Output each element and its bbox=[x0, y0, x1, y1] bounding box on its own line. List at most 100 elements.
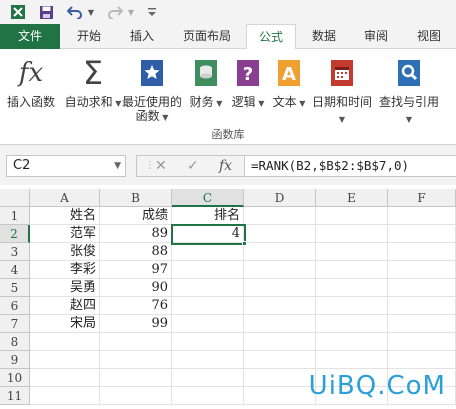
empty-cell[interactable] bbox=[244, 225, 316, 243]
customize-toolbar-icon[interactable] bbox=[146, 3, 158, 21]
tab-data[interactable]: 数据 bbox=[302, 24, 346, 49]
empty-cell[interactable] bbox=[388, 261, 456, 279]
tab-view[interactable]: 视图 bbox=[406, 24, 452, 49]
redo-icon[interactable] bbox=[106, 3, 124, 21]
empty-cell[interactable] bbox=[172, 333, 244, 351]
cell-b7[interactable]: 99 bbox=[100, 315, 172, 333]
empty-cell[interactable] bbox=[100, 333, 172, 351]
empty-cell[interactable] bbox=[388, 225, 456, 243]
empty-cell[interactable] bbox=[30, 351, 100, 369]
date-time-button[interactable]: 日期和时间 ▼ bbox=[310, 55, 374, 127]
empty-cell[interactable] bbox=[316, 315, 388, 333]
empty-cell[interactable] bbox=[30, 369, 100, 387]
cancel-icon[interactable]: ✕ bbox=[155, 158, 167, 174]
cell-b1[interactable]: 成绩 bbox=[100, 207, 172, 225]
empty-cell[interactable] bbox=[316, 261, 388, 279]
recently-used-button[interactable]: 最近使用的 函数 ▼ bbox=[120, 55, 184, 125]
empty-cell[interactable] bbox=[316, 207, 388, 225]
row-header-4[interactable]: 4 bbox=[0, 261, 30, 279]
empty-cell[interactable] bbox=[100, 351, 172, 369]
insert-function-button[interactable]: fx 插入函数 bbox=[2, 55, 60, 109]
empty-cell[interactable] bbox=[172, 243, 244, 261]
confirm-icon[interactable]: ✓ bbox=[187, 158, 199, 174]
empty-cell[interactable] bbox=[316, 279, 388, 297]
empty-cell[interactable] bbox=[316, 297, 388, 315]
cell-c2[interactable]: 4 bbox=[172, 225, 244, 243]
row-header-11[interactable]: 11 bbox=[0, 387, 30, 405]
undo-dropdown-icon[interactable]: ▼ bbox=[86, 3, 96, 21]
tab-formulas[interactable]: 公式 bbox=[246, 24, 296, 50]
cell-b5[interactable]: 90 bbox=[100, 279, 172, 297]
logical-button[interactable]: ? 逻辑 ▼ bbox=[230, 55, 266, 111]
empty-cell[interactable] bbox=[244, 243, 316, 261]
tab-home[interactable]: 开始 bbox=[64, 24, 114, 49]
cell-b4[interactable]: 97 bbox=[100, 261, 172, 279]
empty-cell[interactable] bbox=[388, 315, 456, 333]
empty-cell[interactable] bbox=[244, 387, 316, 405]
row-header-1[interactable]: 1 bbox=[0, 207, 30, 225]
empty-cell[interactable] bbox=[172, 315, 244, 333]
column-header-a[interactable]: A bbox=[30, 189, 100, 207]
fill-handle[interactable] bbox=[242, 241, 247, 246]
empty-cell[interactable] bbox=[388, 351, 456, 369]
empty-cell[interactable] bbox=[30, 387, 100, 405]
excel-app-icon[interactable] bbox=[8, 3, 28, 21]
row-header-3[interactable]: 3 bbox=[0, 243, 30, 261]
cell-b6[interactable]: 76 bbox=[100, 297, 172, 315]
empty-cell[interactable] bbox=[244, 279, 316, 297]
cell-b3[interactable]: 88 bbox=[100, 243, 172, 261]
column-header-c[interactable]: C bbox=[172, 189, 244, 207]
name-box-dropdown-icon[interactable]: ▼ bbox=[114, 156, 121, 176]
empty-cell[interactable] bbox=[244, 207, 316, 225]
cell-a3[interactable]: 张俊 bbox=[30, 243, 100, 261]
empty-cell[interactable] bbox=[244, 369, 316, 387]
cell-a6[interactable]: 赵四 bbox=[30, 297, 100, 315]
empty-cell[interactable] bbox=[30, 333, 100, 351]
name-box[interactable]: C2 ▼ bbox=[6, 155, 126, 177]
text-button[interactable]: A 文本 ▼ bbox=[270, 55, 308, 111]
cell-a1[interactable]: 姓名 bbox=[30, 207, 100, 225]
row-header-10[interactable]: 10 bbox=[0, 369, 30, 387]
undo-icon[interactable] bbox=[66, 3, 84, 21]
empty-cell[interactable] bbox=[316, 243, 388, 261]
row-header-6[interactable]: 6 bbox=[0, 297, 30, 315]
empty-cell[interactable] bbox=[316, 333, 388, 351]
tab-file[interactable]: 文件 bbox=[0, 24, 60, 49]
empty-cell[interactable] bbox=[388, 297, 456, 315]
empty-cell[interactable] bbox=[244, 297, 316, 315]
tab-insert[interactable]: 插入 bbox=[118, 24, 166, 49]
cell-a7[interactable]: 宋局 bbox=[30, 315, 100, 333]
empty-cell[interactable] bbox=[100, 369, 172, 387]
empty-cell[interactable] bbox=[244, 261, 316, 279]
empty-cell[interactable] bbox=[388, 279, 456, 297]
cell-a2[interactable]: 范军 bbox=[30, 225, 100, 243]
tab-page-layout[interactable]: 页面布局 bbox=[172, 24, 242, 49]
lookup-reference-button[interactable]: 查找与引用 ▼ bbox=[376, 55, 442, 127]
cell-c1[interactable]: 排名 bbox=[172, 207, 244, 225]
select-all-corner[interactable] bbox=[0, 189, 30, 207]
empty-cell[interactable] bbox=[388, 243, 456, 261]
row-header-8[interactable]: 8 bbox=[0, 333, 30, 351]
autosum-button[interactable]: Σ 自动求和 ▼ bbox=[64, 55, 122, 111]
row-header-7[interactable]: 7 bbox=[0, 315, 30, 333]
empty-cell[interactable] bbox=[244, 333, 316, 351]
cell-a4[interactable]: 李彩 bbox=[30, 261, 100, 279]
empty-cell[interactable] bbox=[172, 261, 244, 279]
empty-cell[interactable] bbox=[244, 351, 316, 369]
column-header-b[interactable]: B bbox=[100, 189, 172, 207]
empty-cell[interactable] bbox=[388, 333, 456, 351]
cell-a5[interactable]: 吴勇 bbox=[30, 279, 100, 297]
empty-cell[interactable] bbox=[172, 279, 244, 297]
row-header-2[interactable]: 2 bbox=[0, 225, 30, 243]
empty-cell[interactable] bbox=[172, 369, 244, 387]
column-header-f[interactable]: F bbox=[388, 189, 456, 207]
cell-b2[interactable]: 89 bbox=[100, 225, 172, 243]
empty-cell[interactable] bbox=[172, 387, 244, 405]
empty-cell[interactable] bbox=[388, 207, 456, 225]
tab-review[interactable]: 审阅 bbox=[354, 24, 398, 49]
row-header-5[interactable]: 5 bbox=[0, 279, 30, 297]
save-icon[interactable] bbox=[36, 3, 56, 21]
financial-button[interactable]: 财务 ▼ bbox=[186, 55, 226, 111]
empty-cell[interactable] bbox=[316, 225, 388, 243]
empty-cell[interactable] bbox=[172, 297, 244, 315]
